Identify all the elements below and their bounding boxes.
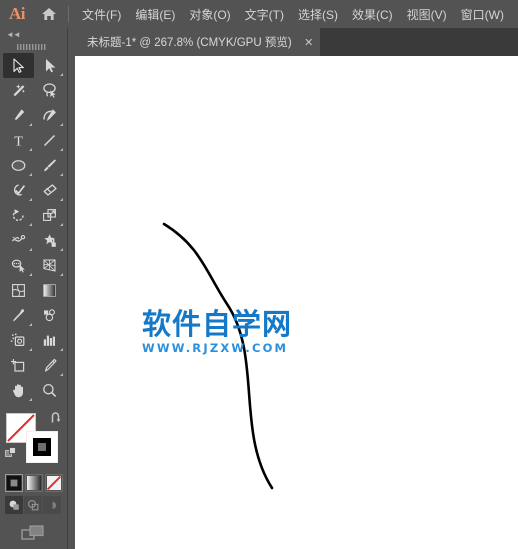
tool-flyout-indicator (60, 198, 63, 201)
tool-flyout-indicator (60, 173, 63, 176)
fill-stroke-controls (0, 401, 68, 471)
tool-free-transform[interactable] (34, 228, 65, 253)
close-icon[interactable]: ✕ (298, 28, 320, 56)
tool-perspective-grid[interactable] (34, 253, 65, 278)
paint-mode-none[interactable] (45, 474, 63, 492)
tool-rotate[interactable] (3, 203, 34, 228)
tool-artboard[interactable] (3, 353, 34, 378)
watermark-url: WWW.RJZXW.COM (142, 341, 289, 355)
menu-item-edit[interactable]: 编辑(E) (128, 0, 182, 28)
tool-mesh[interactable] (3, 278, 34, 303)
tool-flyout-indicator (29, 398, 32, 401)
menu-divider (68, 6, 69, 22)
tool-flyout-indicator (29, 198, 32, 201)
stroke-center (38, 443, 46, 451)
tool-flyout-indicator (60, 223, 63, 226)
swap-fill-stroke-icon[interactable] (49, 401, 63, 425)
app-logo: Ai (9, 4, 26, 23)
tool-flyout-indicator (29, 273, 32, 276)
tool-grid: T (0, 53, 68, 403)
watermark: 软件自学网 WWW.RJZXW.COM (142, 308, 362, 355)
tool-flyout-indicator (60, 273, 63, 276)
menu-item-object[interactable]: 对象(O) (182, 0, 237, 28)
tool-type[interactable]: T (3, 128, 34, 153)
menu-item-type[interactable]: 文字(T) (238, 0, 291, 28)
tool-flyout-indicator (29, 348, 32, 351)
tool-slice[interactable] (34, 353, 65, 378)
tool-flyout-indicator (29, 223, 32, 226)
tool-flyout-indicator (60, 123, 63, 126)
tool-hand[interactable] (3, 378, 34, 403)
change-screen-mode-icon[interactable] (0, 522, 67, 546)
document-tab-bar: 未标题-1* @ 267.8% (CMYK/GPU 预览) ✕ (75, 28, 518, 56)
tool-pen[interactable] (3, 103, 34, 128)
tool-line-segment[interactable] (34, 128, 65, 153)
draw-mode-normal[interactable] (5, 496, 24, 514)
draw-mode-inside[interactable] (43, 496, 62, 514)
tool-magic-wand[interactable] (3, 78, 34, 103)
tool-flyout-indicator (60, 148, 63, 151)
paint-mode-color[interactable] (5, 474, 23, 492)
paint-mode-gradient[interactable] (25, 474, 43, 492)
tool-paintbrush[interactable] (34, 153, 65, 178)
menu-item-view[interactable]: 视图(V) (400, 0, 454, 28)
tool-curvature[interactable] (34, 103, 65, 128)
draw-mode-group (0, 496, 67, 514)
tool-flyout-indicator (29, 248, 32, 251)
vector-artwork (162, 222, 274, 490)
tool-direct-selection[interactable] (34, 53, 65, 78)
svg-text:T: T (14, 135, 23, 150)
tool-flyout-indicator (60, 73, 63, 76)
panel-drag-handle[interactable] (0, 41, 67, 53)
menu-item-file[interactable]: 文件(F) (75, 0, 128, 28)
tool-flyout-indicator (60, 348, 63, 351)
artboard-canvas[interactable]: 软件自学网 WWW.RJZXW.COM (75, 56, 518, 549)
menu-bar: Ai 文件(F) 编辑(E) 对象(O) 文字(T) 选择(S) 效果(C) 视… (0, 0, 518, 28)
tool-ellipse[interactable] (3, 153, 34, 178)
stroke-inner (33, 438, 51, 456)
document-tab[interactable]: 未标题-1* @ 267.8% (CMYK/GPU 预览) ✕ (75, 28, 320, 56)
tool-shaper[interactable] (3, 178, 34, 203)
document-tab-label: 未标题-1* @ 267.8% (CMYK/GPU 预览) (87, 37, 292, 49)
tool-shape-builder[interactable] (3, 253, 34, 278)
tool-flyout-indicator (29, 173, 32, 176)
illustrator-window: Ai 文件(F) 编辑(E) 对象(O) 文字(T) 选择(S) 效果(C) 视… (0, 0, 518, 549)
watermark-title: 软件自学网 (142, 307, 293, 341)
tool-gradient[interactable] (34, 278, 65, 303)
tool-flyout-indicator (29, 148, 32, 151)
tool-lasso[interactable] (34, 78, 65, 103)
tools-panel: ◄◄ T (0, 28, 68, 549)
tool-blend[interactable] (34, 303, 65, 328)
default-fill-stroke-icon[interactable] (5, 446, 17, 458)
tool-column-graph[interactable] (34, 328, 65, 353)
tool-flyout-indicator (60, 373, 63, 376)
stroke-swatch[interactable] (26, 431, 58, 463)
tool-zoom[interactable] (34, 378, 65, 403)
menu-item-select[interactable]: 选择(S) (291, 0, 345, 28)
tool-flyout-indicator (60, 248, 63, 251)
tool-symbol-sprayer[interactable] (3, 328, 34, 353)
tool-eraser[interactable] (34, 178, 65, 203)
home-icon[interactable] (34, 0, 64, 28)
draw-mode-behind[interactable] (24, 496, 43, 514)
menu-item-effect[interactable]: 效果(C) (345, 0, 400, 28)
tool-scale[interactable] (34, 203, 65, 228)
tool-eyedropper[interactable] (3, 303, 34, 328)
tool-width[interactable] (3, 228, 34, 253)
tool-flyout-indicator (29, 323, 32, 326)
paint-mode-group (0, 474, 67, 492)
s-curve-path (162, 222, 274, 490)
menu-item-window[interactable]: 窗口(W) (454, 0, 511, 28)
collapse-panel-icon[interactable]: ◄◄ (0, 28, 67, 41)
tool-flyout-indicator (29, 123, 32, 126)
tool-selection[interactable] (3, 53, 34, 78)
